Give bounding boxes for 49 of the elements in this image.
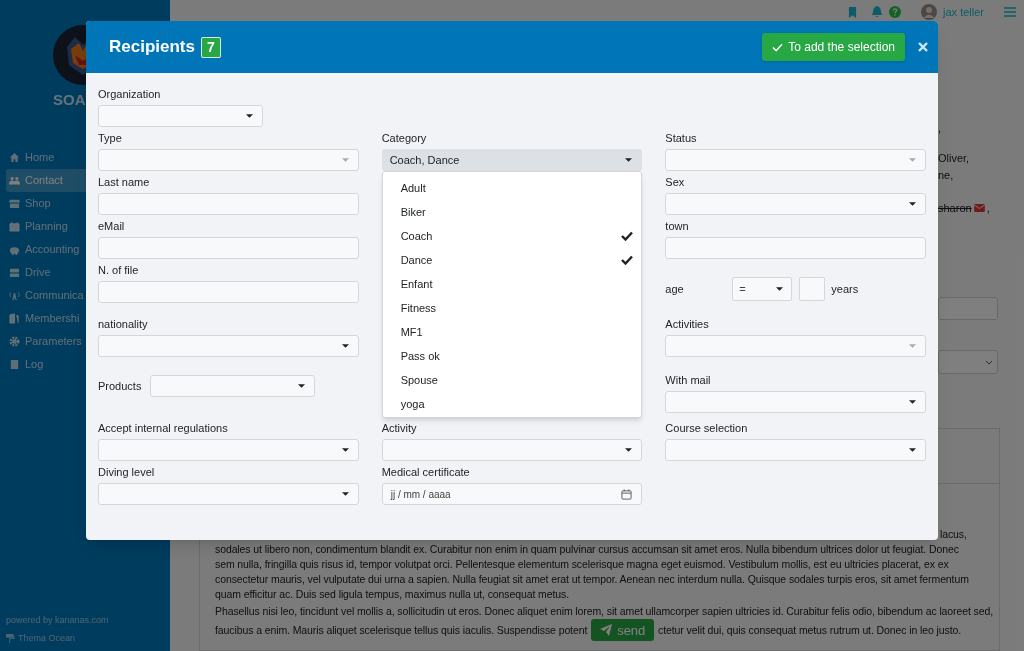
dropdown-option[interactable]: Enfant [382,272,642,296]
body-text: faucibus a enim. Mauris aliquet scelerisque tellus quis iaculis. Suspendisse potent [215,622,588,638]
dropdown-option[interactable]: Adult [382,176,642,200]
brand-name: SOA [53,90,86,110]
dropdown-option[interactable]: MF1 [382,320,642,344]
field-label: Medical certificate [381,465,471,480]
unit-label: years [831,281,859,297]
dropdown-option[interactable]: Biker [382,200,642,224]
dropdown-option[interactable]: Dance [382,248,642,272]
field-label: Category [381,131,428,146]
dropdown-option[interactable]: Fitness [382,296,642,320]
field-label: Diving level [98,465,156,480]
dropdown-option[interactable]: Spouse [382,368,642,392]
field-label: Activities [665,317,710,332]
field-label: town [665,219,690,234]
field-label: With mail [665,373,712,388]
field-label: N. of file [98,263,140,278]
field-label: Course selection [665,421,749,436]
multiselect-field[interactable]: Coach, Dance [381,149,643,171]
body-text: ctetur velit dui, quis consequat metus rutrum ut. Donec in leo justo. [658,622,962,638]
field-label: Accept internal regulations [98,421,229,436]
body-paragraph: Phasellus nisi leo, tincidunt vel mollis a, sollicitudin ut eros. Donec aliquet enim lorem, sit amet ullamcorper sapien ultricies id. Curabitur felis odio, bibendum ac laoreet sed, [215,604,994,619]
field-label: Products [98,378,143,394]
field-label: Status [665,131,698,146]
field-label: Type [98,131,123,146]
body-paragraph: sodales ut libero non, condimentum blandit ex. Curabitur non enim in quam pulvinar cursus accumsan sit amet eros. Nulla bibendum ultrices dolor ut feugiat. Donec sem nulla, fringilla quis risus id, tempor volutpat orci. Pellentesque elementum scelerisque magna eget euismod. Vestibulum mollis, est eu ultricies placerat, ex ex consectetur mauris, vel vulputate dui urna a sapien. Nulla feugiat sit amet erat ut tempor. Aenean nec interdum nulla. Quisque sodales turpis eros, sit amet fermentum quam efficitur ac. Duis sed ligula tempus, maximus nulla ut, consequat metus. [215,542,970,602]
send-button[interactable]: send [591,619,655,641]
powered-by-text: powered by kananas.com [6,614,110,627]
field-label: Activity [381,421,418,436]
field-label: age [665,281,685,297]
count-badge: 7 [201,36,221,58]
field-label: Last name [98,175,151,190]
text-fragment: , [986,201,990,216]
field-label: eMail [98,219,126,234]
field-label: Organization [98,87,162,102]
contact-name[interactable]: sharon [938,200,972,216]
modal-title: Recipients [109,36,195,59]
operator-select[interactable]: = [732,277,793,301]
dropdown-option[interactable]: Coach [382,224,642,248]
text-fragment: ne, [938,168,955,183]
add-selection-button[interactable]: To add the selection [762,33,905,61]
field-label: nationality [98,317,149,332]
dropdown-option[interactable]: Pass ok [382,344,642,368]
dropdown-option[interactable]: yoga [382,392,642,416]
text-fragment: Oliver, [938,151,971,166]
field-label: Sex [665,175,686,190]
text-fragment: lacus, [939,527,968,542]
text-fragment: , [938,121,943,136]
date-field[interactable]: jj / mm / aaaa [381,483,643,505]
